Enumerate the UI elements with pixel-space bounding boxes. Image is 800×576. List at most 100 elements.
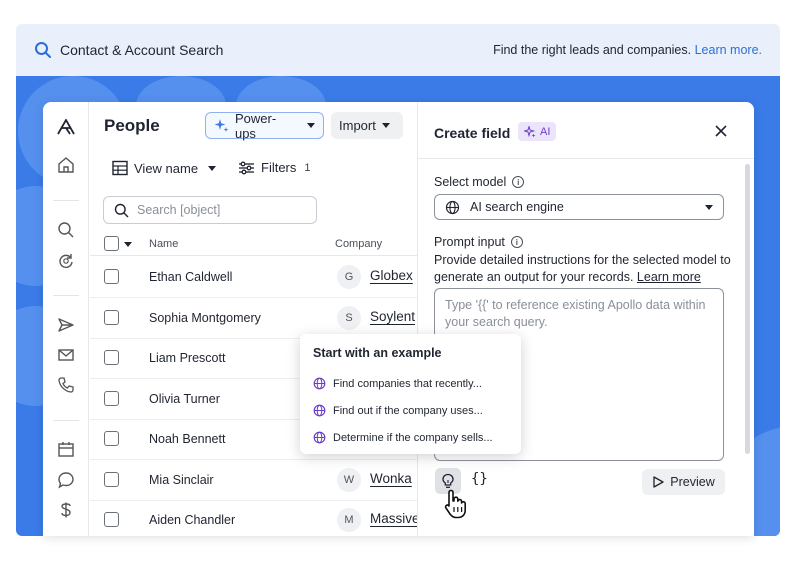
banner-learn-more-link[interactable]: Learn more. (695, 43, 762, 57)
table-row[interactable]: Mia Sinclair W Wonka (90, 460, 417, 501)
row-checkbox[interactable] (104, 350, 119, 365)
example-item[interactable]: Find out if the company uses... (313, 397, 508, 424)
chevron-down-icon[interactable] (124, 242, 132, 247)
dollar-icon[interactable] (55, 499, 77, 521)
person-name[interactable]: Olivia Turner (149, 392, 220, 406)
home-icon[interactable] (55, 154, 77, 176)
create-field-panel: Create field AI Select model i AI search… (417, 102, 754, 536)
filter-sliders-icon (239, 161, 254, 174)
rail-divider (53, 420, 79, 421)
info-icon[interactable]: i (512, 176, 525, 188)
phone-icon[interactable] (55, 374, 77, 396)
send-icon[interactable] (55, 314, 77, 336)
table-header: Name Company (90, 232, 417, 256)
chat-icon[interactable] (55, 469, 77, 491)
import-button[interactable]: Import (331, 112, 403, 139)
company-logo: M (337, 508, 361, 532)
row-checkbox[interactable] (104, 472, 119, 487)
sparkle-icon (524, 125, 536, 137)
example-item[interactable]: Determine if the company sells... (313, 424, 508, 451)
search-field[interactable] (103, 196, 317, 224)
row-checkbox[interactable] (104, 512, 119, 527)
panel-title: Create field (434, 125, 511, 141)
column-header-company[interactable]: Company (335, 238, 382, 250)
search-input[interactable] (137, 203, 297, 217)
preview-button[interactable]: Preview (642, 469, 725, 495)
example-item-label: Determine if the company sells... (333, 431, 493, 444)
person-name[interactable]: Noah Bennett (149, 432, 225, 446)
row-checkbox[interactable] (104, 310, 119, 325)
table-row[interactable]: Ethan Caldwell G Globex (90, 257, 417, 298)
info-icon[interactable]: i (510, 236, 523, 248)
company-logo: S (337, 306, 361, 330)
row-checkbox[interactable] (104, 391, 119, 406)
prompt-input-label: Prompt input i (434, 235, 523, 249)
chevron-down-icon (208, 165, 217, 171)
filters-button[interactable]: Filters 1 (238, 160, 311, 175)
row-checkbox[interactable] (104, 269, 119, 284)
example-item-label: Find out if the company uses... (333, 404, 483, 417)
power-ups-label: Power-ups (234, 110, 277, 141)
prompt-learn-more-link[interactable]: Learn more (637, 270, 701, 284)
company-link[interactable]: Wonka (370, 471, 412, 486)
view-selector[interactable]: View name (112, 160, 217, 176)
calendar-icon[interactable] (55, 438, 77, 460)
panel-scrollbar[interactable] (745, 164, 750, 454)
select-model-text: Select model (434, 175, 507, 189)
chevron-down-icon (705, 204, 713, 210)
lightbulb-icon (442, 473, 454, 488)
app-window: People Power-ups Import View name Filter… (43, 102, 754, 536)
people-list: People Power-ups Import View name Filter… (90, 102, 420, 536)
person-name[interactable]: Ethan Caldwell (149, 270, 232, 284)
prompt-input-text: Prompt input (434, 235, 505, 249)
table-row[interactable]: Aiden Chandler M Massive (90, 500, 420, 536)
pointer-hand-icon (444, 489, 466, 519)
power-ups-button[interactable]: Power-ups (205, 110, 324, 141)
search-icon (35, 42, 51, 58)
left-rail (43, 102, 89, 536)
page-title: People (104, 116, 160, 135)
company-logo: W (337, 468, 361, 492)
person-name[interactable]: Aiden Chandler (149, 513, 235, 527)
examples-popover: Start with an example Find companies tha… (300, 334, 521, 454)
banner-tagline: Find the right leads and companies. Lear… (493, 43, 762, 57)
person-name[interactable]: Mia Sinclair (149, 473, 214, 487)
mail-icon[interactable] (55, 344, 77, 366)
chevron-down-icon (381, 123, 390, 128)
close-icon (715, 125, 727, 137)
row-checkbox[interactable] (104, 431, 119, 446)
search-icon[interactable] (55, 219, 77, 241)
play-icon (653, 476, 664, 488)
panel-header: Create field AI (418, 102, 754, 159)
prompt-description: Provide detailed instructions for the se… (434, 252, 734, 286)
company-link[interactable]: Globex (370, 268, 413, 283)
company-link[interactable]: Massive (370, 511, 420, 526)
apollo-logo-icon[interactable] (55, 116, 77, 138)
column-header-name[interactable]: Name (149, 238, 178, 250)
insert-variable-button[interactable]: {} (471, 471, 488, 487)
table-row[interactable]: Sophia Montgomery S Soylent (90, 298, 417, 339)
filters-label: Filters (261, 160, 297, 175)
globe-icon (445, 200, 460, 214)
rail-divider (53, 200, 79, 201)
search-icon (114, 203, 129, 217)
example-item[interactable]: Find companies that recently... (313, 370, 508, 397)
banner-title: Contact & Account Search (60, 42, 224, 58)
close-button[interactable] (712, 122, 730, 140)
model-select-value: AI search engine (470, 200, 564, 214)
globe-icon (313, 404, 326, 417)
example-item-label: Find companies that recently... (333, 377, 482, 390)
person-name[interactable]: Liam Prescott (149, 351, 225, 365)
ai-badge: AI (518, 122, 557, 141)
model-select[interactable]: AI search engine (434, 194, 724, 220)
table-grid-icon (112, 160, 128, 176)
person-name[interactable]: Sophia Montgomery (149, 311, 261, 325)
page-banner: Contact & Account Search Find the right … (16, 24, 780, 76)
select-all-checkbox[interactable] (104, 236, 119, 251)
company-link[interactable]: Soylent (370, 309, 415, 324)
rail-divider (53, 295, 79, 296)
company-logo: G (337, 265, 361, 289)
view-name-label: View name (134, 160, 199, 176)
refresh-search-icon[interactable] (55, 250, 77, 272)
filters-count-badge: 1 (304, 161, 311, 174)
